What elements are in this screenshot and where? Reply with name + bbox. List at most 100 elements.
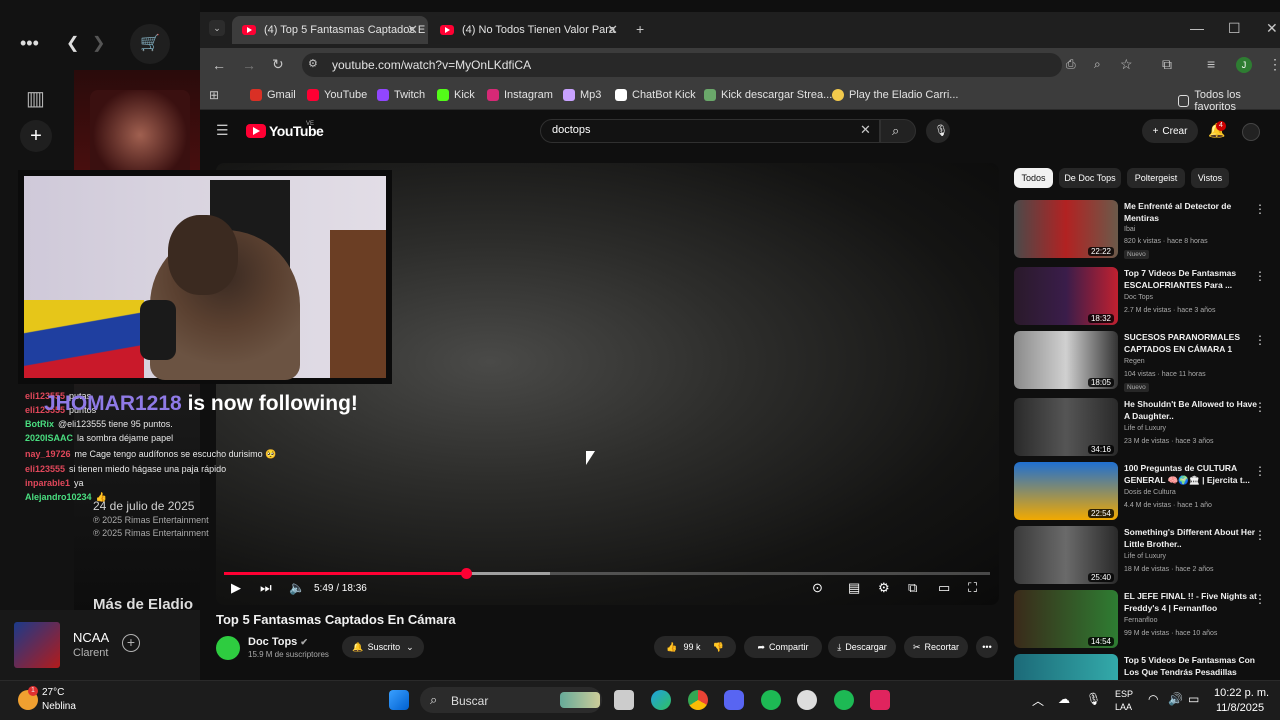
clip-button[interactable]: ✂ Recortar — [904, 636, 968, 658]
track-cover[interactable] — [14, 622, 60, 668]
settings-icon[interactable]: ⚙ — [878, 580, 890, 596]
like-count[interactable]: 99 k — [683, 642, 700, 652]
more-actions-button[interactable]: ••• — [976, 636, 998, 658]
rec-channel[interactable]: Fernanfloo — [1124, 617, 1157, 624]
more-icon[interactable]: ⋮ — [1254, 528, 1266, 542]
rec-channel[interactable]: Doc Tops — [1124, 294, 1153, 301]
task-view-icon[interactable] — [614, 690, 634, 710]
rec-title[interactable]: 100 Preguntas de CULTURA GENERAL 🧠🌍🏛 | E… — [1124, 462, 1260, 486]
volume-icon[interactable]: 🔊 — [1168, 692, 1183, 706]
tray-chevron-icon[interactable]: ︿ — [1032, 692, 1044, 709]
taskbar-search-text[interactable]: Buscar — [451, 694, 488, 708]
next-icon[interactable]: ⏭ — [260, 580, 272, 596]
more-icon[interactable]: ⋮ — [1254, 592, 1266, 606]
keyboard-layout[interactable]: LAA — [1115, 702, 1132, 712]
share-button[interactable]: ➦ Compartir — [744, 636, 822, 658]
scrubber-handle[interactable] — [461, 568, 472, 579]
video-thumbnail[interactable] — [1014, 654, 1118, 680]
rec-channel[interactable]: Life of Luxury — [1124, 553, 1166, 560]
tab-search-icon[interactable]: ⌄ — [209, 20, 225, 36]
fullscreen-icon[interactable]: ⛶ — [968, 580, 977, 596]
clock-time[interactable]: 10:22 p. m. — [1214, 687, 1269, 699]
rec-channel[interactable]: Dosis de Cultura — [1124, 489, 1176, 496]
bookmark-kick-download[interactable]: Kick descargar Strea... — [704, 89, 832, 101]
bookmark-youtube[interactable]: YouTube — [307, 89, 367, 101]
forward-icon[interactable]: → — [242, 57, 256, 73]
app-icon[interactable] — [797, 690, 817, 710]
discord-icon[interactable] — [724, 690, 744, 710]
tab-active[interactable]: (4) Top 5 Fantasmas Captados E ✕ — [232, 16, 428, 44]
rec-title[interactable]: SUCESOS PARANORMALES CAPTADOS EN CÁMARA … — [1124, 331, 1260, 355]
create-button[interactable]: + Crear — [1142, 119, 1198, 143]
more-icon[interactable]: ••• — [20, 33, 39, 54]
start-icon[interactable] — [389, 690, 409, 710]
bookmark-instagram[interactable]: Instagram — [487, 89, 553, 101]
cart-icon[interactable]: 🛒 — [130, 24, 170, 64]
weather-desc[interactable]: Neblina — [42, 701, 76, 712]
install-icon[interactable]: ⎙ — [1066, 57, 1076, 72]
clock-date[interactable]: 11/8/2025 — [1216, 702, 1264, 714]
rec-title[interactable]: Me Enfrenté al Detector de Mentiras — [1124, 200, 1260, 224]
more-icon[interactable]: ⋮ — [1254, 269, 1266, 283]
rec-channel[interactable]: Regen — [1124, 358, 1145, 365]
app-icon-3[interactable] — [870, 690, 890, 710]
download-button[interactable]: ⤓ Descargar — [828, 636, 896, 658]
close-tab-icon[interactable]: ✕ — [407, 22, 418, 38]
extensions-icon[interactable]: ⧉ — [1162, 56, 1172, 73]
create-playlist-icon[interactable]: + — [20, 120, 52, 152]
like-icon[interactable]: 👍 — [666, 642, 677, 653]
recommended-video[interactable]: 22:22 Me Enfrenté al Detector de Mentira… — [1014, 200, 1274, 260]
search-button[interactable]: ⌕ — [880, 119, 916, 143]
chip-poltergeist[interactable]: Poltergeist — [1127, 168, 1185, 188]
dislike-icon[interactable]: 👎 — [713, 642, 724, 653]
theater-mode-icon[interactable]: ▭ — [938, 580, 950, 596]
bookmark-star-icon[interactable]: ☆ — [1120, 56, 1133, 73]
rec-title[interactable]: He Shouldn't Be Allowed to Have A Daught… — [1124, 398, 1260, 422]
app-icon-2[interactable] — [834, 690, 854, 710]
tab-2[interactable]: (4) No Todos Tienen Valor Para ✕ — [432, 16, 628, 44]
reload-icon[interactable]: ↻ — [272, 56, 284, 73]
recommended-video[interactable]: 25:40 Something's Different About Her Li… — [1014, 526, 1274, 586]
spotify-icon[interactable] — [761, 690, 781, 710]
zoom-icon[interactable]: ⌕ — [1094, 57, 1101, 72]
profile-avatar[interactable]: J — [1236, 57, 1252, 73]
bookmark-gmail[interactable]: Gmail — [250, 89, 296, 101]
bookmarks-folder[interactable]: Todos los favoritos — [1178, 89, 1280, 113]
media-icon[interactable]: ≡ — [1207, 56, 1215, 72]
subscribed-button[interactable]: 🔔 Suscrito ⌄ — [342, 636, 424, 658]
chip-all[interactable]: Todos — [1014, 168, 1053, 188]
search-value[interactable]: doctops — [552, 124, 591, 136]
account-avatar[interactable] — [1242, 123, 1260, 141]
close-window-icon[interactable]: ✕ — [1266, 20, 1278, 37]
track-artist[interactable]: Clarent — [73, 647, 108, 659]
add-to-library-icon[interactable]: + — [122, 634, 140, 652]
bookmark-eladio[interactable]: Play the Eladio Carri... — [832, 89, 958, 101]
rec-channel[interactable]: Ibai — [1124, 226, 1135, 233]
rec-channel[interactable]: Life of Luxury — [1124, 425, 1166, 432]
language-code[interactable]: ESP — [1115, 689, 1133, 699]
url-text[interactable]: youtube.com/watch?v=MyOnLKdfiCA — [332, 58, 531, 72]
chip-doc-tops[interactable]: De Doc Tops — [1059, 168, 1121, 188]
more-icon[interactable]: ⋮ — [1254, 400, 1266, 414]
autoplay-toggle-icon[interactable]: ⊙ — [812, 580, 823, 596]
youtube-logo-icon[interactable] — [246, 124, 266, 138]
bookmark-twitch[interactable]: Twitch — [377, 89, 425, 101]
voice-search-button[interactable]: 🎙 — [926, 119, 950, 143]
recommended-video[interactable]: 14:54 EL JEFE FINAL !! - Five Nights at … — [1014, 590, 1274, 650]
track-title[interactable]: NCAA — [73, 630, 109, 645]
more-icon[interactable]: ⋮ — [1254, 464, 1266, 478]
volume-icon[interactable]: 🔈 — [289, 580, 305, 596]
youtube-logo-text[interactable]: YouTube — [269, 123, 324, 139]
miniplayer-icon[interactable]: ⧉ — [908, 580, 917, 596]
subtitles-icon[interactable]: ▤ — [848, 580, 860, 596]
chrome-icon[interactable] — [688, 690, 708, 710]
mic-icon[interactable]: 🎙 — [1086, 692, 1101, 706]
site-info-icon[interactable]: ⚙ — [308, 57, 318, 70]
recommended-video[interactable]: 34:16 He Shouldn't Be Allowed to Have A … — [1014, 398, 1274, 458]
play-icon[interactable]: ▶ — [231, 580, 241, 596]
rec-title[interactable]: Top 7 Videos De Fantasmas ESCALOFRIANTES… — [1124, 267, 1260, 291]
chip-watched[interactable]: Vistos — [1191, 168, 1229, 188]
bookmark-kick[interactable]: Kick — [437, 89, 475, 101]
more-icon[interactable]: ⋮ — [1254, 333, 1266, 347]
minimize-icon[interactable]: — — [1190, 20, 1204, 36]
